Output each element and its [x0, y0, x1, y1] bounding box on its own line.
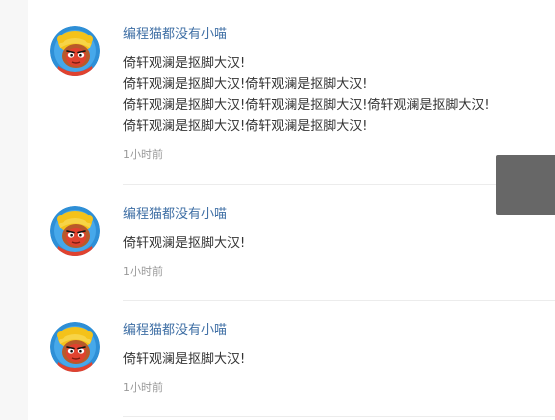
comment-text: 倚轩观澜是抠脚大汉!	[123, 233, 555, 254]
comment-content: 编程猫都没有小喵 倚轩观澜是抠脚大汉! 倚轩观澜是抠脚大汉!倚轩观澜是抠脚大汉!…	[123, 26, 555, 163]
comment-text-line: 倚轩观澜是抠脚大汉!	[123, 352, 246, 367]
side-float-button[interactable]	[496, 155, 555, 215]
comments-panel: 编程猫都没有小喵 倚轩观澜是抠脚大汉! 倚轩观澜是抠脚大汉!倚轩观澜是抠脚大汉!…	[28, 0, 555, 420]
comment-text: 倚轩观澜是抠脚大汉! 倚轩观澜是抠脚大汉!倚轩观澜是抠脚大汉! 倚轩观澜是抠脚大…	[123, 53, 555, 137]
comment-divider	[123, 184, 555, 185]
avatar[interactable]	[50, 26, 100, 76]
comment-text: 倚轩观澜是抠脚大汉!	[123, 349, 555, 370]
avatar[interactable]	[50, 206, 100, 256]
comment-text-line: 倚轩观澜是抠脚大汉!倚轩观澜是抠脚大汉!	[123, 119, 368, 134]
comment-time: 1小时前	[123, 148, 163, 161]
comment-text-line: 倚轩观澜是抠脚大汉!倚轩观澜是抠脚大汉!倚轩观澜是抠脚大汉!	[123, 98, 490, 113]
monkey-king-avatar-icon	[50, 322, 100, 372]
comment-text-line: 倚轩观澜是抠脚大汉!倚轩观澜是抠脚大汉!	[123, 77, 368, 92]
comment-username[interactable]: 编程猫都没有小喵	[123, 206, 555, 224]
monkey-king-avatar-icon	[50, 206, 100, 256]
comment-time: 1小时前	[123, 265, 163, 278]
comment-username[interactable]: 编程猫都没有小喵	[123, 322, 555, 340]
avatar[interactable]	[50, 322, 100, 372]
comment-divider	[123, 300, 555, 301]
comment-content: 编程猫都没有小喵 倚轩观澜是抠脚大汉! 1小时前	[123, 322, 555, 396]
monkey-king-avatar-icon	[50, 26, 100, 76]
comment-time: 1小时前	[123, 381, 163, 394]
comment-username[interactable]: 编程猫都没有小喵	[123, 26, 555, 44]
comment-text-line: 倚轩观澜是抠脚大汉!	[123, 56, 246, 71]
comment-text-line: 倚轩观澜是抠脚大汉!	[123, 236, 246, 251]
comment-divider	[123, 416, 555, 417]
comment-content: 编程猫都没有小喵 倚轩观澜是抠脚大汉! 1小时前	[123, 206, 555, 280]
